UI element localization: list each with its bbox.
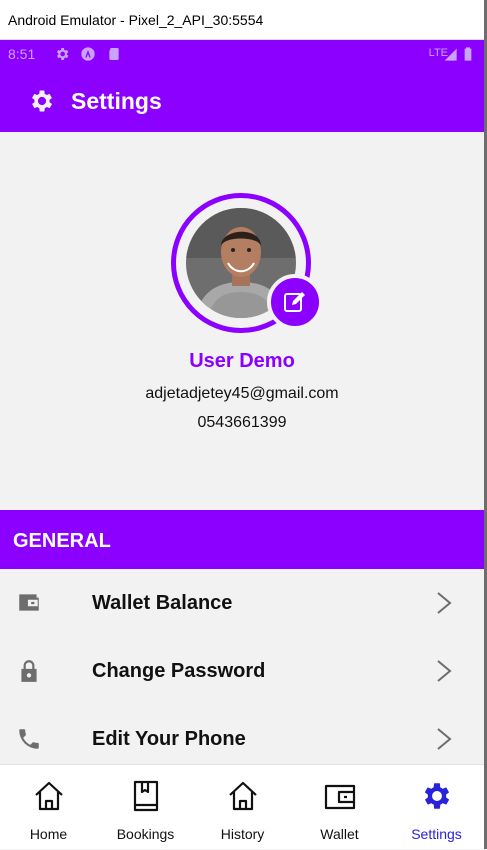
nav-label: Home (29, 826, 68, 842)
edit-icon (284, 292, 305, 312)
nav-home[interactable]: Home (0, 765, 97, 850)
section-label: GENERAL (13, 530, 111, 552)
home-icon (34, 781, 63, 811)
app-bar: Settings (0, 68, 484, 132)
user-phone: 0543661399 (197, 414, 287, 431)
home-icon (228, 781, 257, 811)
status-time: 8:51 (8, 46, 36, 62)
settings-status-icon (56, 48, 69, 60)
user-email: adjetadjetey45@gmail.com (145, 385, 339, 402)
chevron-right-icon (437, 728, 452, 750)
nav-wallet[interactable]: Wallet (291, 765, 388, 850)
nav-label: Settings (411, 826, 462, 842)
wallet-icon (19, 594, 39, 611)
status-bar: 8:51 LTE (0, 40, 484, 68)
menu-item-change-password[interactable]: Change Password (0, 637, 484, 705)
menu-item-label: Edit Your Phone (92, 728, 246, 750)
nav-label: History (220, 826, 265, 842)
menu-item-wallet-balance[interactable]: Wallet Balance (0, 569, 484, 637)
book-icon (133, 780, 158, 812)
nav-label: Bookings (116, 826, 175, 842)
sd-card-status-icon (109, 48, 119, 60)
chevron-right-icon (437, 592, 452, 614)
window-title: Android Emulator - Pixel_2_API_30:5554 (8, 12, 264, 28)
edit-profile-button[interactable] (267, 274, 323, 330)
chevron-right-icon (437, 660, 452, 682)
phone-icon (19, 729, 39, 749)
emulator-title-bar: Android Emulator - Pixel_2_API_30:5554 (0, 0, 487, 40)
nav-label: Wallet (320, 826, 359, 842)
wallet-icon (324, 784, 355, 810)
accessibility-status-icon (81, 47, 95, 61)
gear-icon (31, 90, 53, 112)
battery-icon (464, 47, 472, 61)
menu-item-edit-phone[interactable]: Edit Your Phone (0, 705, 484, 773)
nav-settings[interactable]: Settings (388, 765, 485, 850)
gear-icon (424, 783, 449, 809)
signal-icon (444, 48, 457, 61)
user-name: User Demo (189, 350, 295, 372)
lock-icon (21, 660, 37, 682)
general-section-header: GENERAL (0, 510, 484, 569)
nav-bookings[interactable]: Bookings (97, 765, 194, 850)
nav-history[interactable]: History (194, 765, 291, 850)
profile-section: User Demo adjetadjetey45@gmail.com 05436… (0, 132, 484, 510)
bottom-nav: Home Bookings History Wallet Settings (0, 764, 484, 849)
menu-item-label: Wallet Balance (92, 592, 233, 614)
menu-item-label: Change Password (92, 660, 266, 682)
page-title: Settings (71, 88, 162, 114)
